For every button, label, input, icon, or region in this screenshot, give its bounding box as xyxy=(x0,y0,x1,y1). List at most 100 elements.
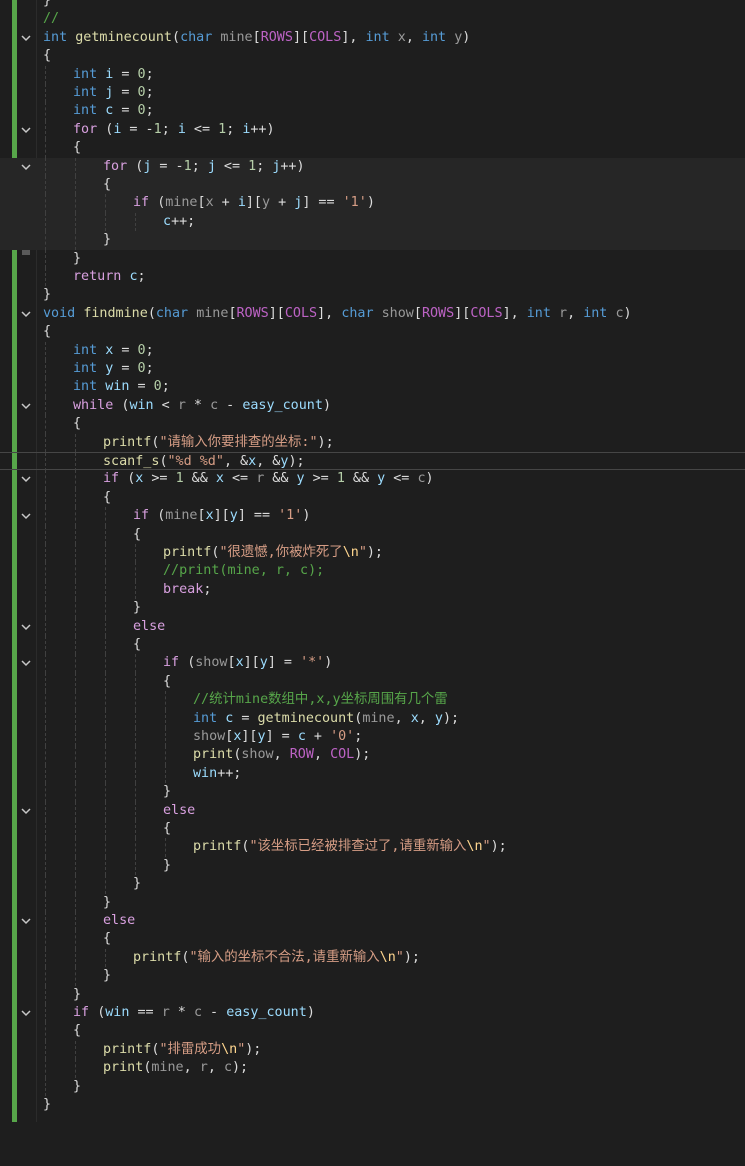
code-line[interactable]: int c = getminecount(mine, x, y); xyxy=(0,709,745,728)
code-token: == xyxy=(129,1005,162,1020)
code-line[interactable]: if (win == r * c - easy_count) xyxy=(0,1004,745,1023)
code-line[interactable]: } xyxy=(0,286,745,304)
code-line[interactable]: //print(mine, r, c); xyxy=(0,562,745,581)
indent-guide xyxy=(135,672,136,692)
code-line[interactable]: } xyxy=(0,856,745,876)
code-line[interactable]: int x = 0; xyxy=(0,341,745,360)
code-token: , & xyxy=(223,454,249,469)
code-line[interactable]: { xyxy=(0,636,745,655)
code-line[interactable]: return c; xyxy=(0,268,745,287)
code-line[interactable]: printf("很遗憾,你被炸死了\n"); xyxy=(0,544,745,563)
code-line[interactable]: else xyxy=(0,912,745,931)
code-line[interactable]: if (mine[x + i][y + j] == '1') xyxy=(0,194,745,213)
code-line[interactable]: { xyxy=(0,820,745,839)
code-line[interactable]: // xyxy=(0,10,745,28)
code-line[interactable]: if (show[x][y] = '*') xyxy=(0,654,745,673)
code-line[interactable]: } xyxy=(0,985,745,1004)
code-line[interactable]: { xyxy=(0,672,745,692)
code-line[interactable]: for (i = -1; i <= 1; i++) xyxy=(0,120,745,140)
code-line[interactable]: scanf_s("%d %d", &x, &y); xyxy=(0,452,745,472)
code-line[interactable]: void findmine(char mine[ROWS][COLS], cha… xyxy=(0,305,745,323)
code-line[interactable]: else xyxy=(0,801,745,820)
code-line[interactable]: } xyxy=(0,893,745,912)
code-line[interactable]: show[x][y] = c + '0'; xyxy=(0,728,745,747)
code-token: && xyxy=(183,471,216,487)
chevron-down-icon[interactable] xyxy=(19,654,33,672)
chevron-down-icon[interactable] xyxy=(19,507,33,525)
indent-guide xyxy=(135,820,136,839)
code-token: } xyxy=(73,250,82,266)
indent-guide xyxy=(75,544,76,563)
code-line[interactable]: print(show, ROW, COL); xyxy=(0,746,745,765)
code-token: 0 xyxy=(137,361,146,376)
chevron-down-icon[interactable] xyxy=(19,618,33,636)
code-line[interactable]: printf("请输入你要排查的坐标:"); xyxy=(0,433,745,452)
code-line[interactable]: { xyxy=(0,47,745,65)
code-token: ); xyxy=(317,434,334,450)
code-line[interactable]: while (win < r * c - easy_count) xyxy=(0,396,745,416)
code-line[interactable]: int j = 0; xyxy=(0,84,745,103)
code-token: [ xyxy=(228,305,237,321)
code-text: if (show[x][y] = '*') xyxy=(163,654,332,672)
code-line[interactable]: int win = 0; xyxy=(0,378,745,397)
code-line[interactable]: int y = 0; xyxy=(0,360,745,379)
code-line[interactable]: { xyxy=(0,139,745,158)
code-line[interactable]: { xyxy=(0,525,745,544)
code-token: ] = xyxy=(265,729,298,744)
chevron-down-icon[interactable] xyxy=(19,802,33,820)
code-line[interactable]: } xyxy=(0,599,745,618)
code-line[interactable]: } xyxy=(0,1096,745,1114)
code-line[interactable]: int c = 0; xyxy=(0,102,745,121)
code-token: { xyxy=(103,931,112,947)
code-token: y xyxy=(434,710,443,726)
code-line[interactable]: { xyxy=(0,323,745,341)
chevron-down-icon[interactable] xyxy=(19,305,33,323)
code-line[interactable]: { xyxy=(0,930,745,949)
chevron-down-icon[interactable] xyxy=(19,158,33,176)
code-line[interactable]: printf("输入的坐标不合法,请重新输入\n"); xyxy=(0,948,745,968)
code-line[interactable]: win++; xyxy=(0,764,745,784)
chevron-down-icon[interactable] xyxy=(19,121,33,139)
code-line[interactable]: } xyxy=(0,249,745,268)
code-text: else xyxy=(103,912,135,930)
code-line[interactable]: } xyxy=(0,783,745,802)
code-text: } xyxy=(43,286,51,304)
code-line[interactable]: } xyxy=(0,967,745,986)
code-line[interactable]: break; xyxy=(0,580,745,600)
code-line[interactable]: //统计mine数组中,x,y坐标周围有几个雷 xyxy=(0,691,745,710)
chevron-down-icon[interactable] xyxy=(19,1004,33,1022)
code-line[interactable]: printf("该坐标已经被排查过了,请重新输入\n"); xyxy=(0,838,745,857)
code-line[interactable]: else xyxy=(0,617,745,636)
chevron-down-icon[interactable] xyxy=(19,397,33,415)
code-line[interactable]: } xyxy=(0,231,745,250)
code-token: ][ xyxy=(292,29,310,45)
code-token: else xyxy=(163,802,196,818)
code-line[interactable]: printf("排雷成功\n"); xyxy=(0,1040,745,1060)
code-line[interactable]: if (mine[x][y] == '1') xyxy=(0,507,745,526)
code-line[interactable]: { xyxy=(0,176,745,195)
indent-guide xyxy=(45,249,46,268)
code-line[interactable]: { xyxy=(0,415,745,434)
code-text: if (win == r * c - easy_count) xyxy=(73,1004,315,1022)
code-line[interactable]: if (x >= 1 && x <= r && y >= 1 && y <= c… xyxy=(0,470,745,489)
code-token: = xyxy=(113,103,138,119)
indent-guide xyxy=(75,967,76,986)
code-line[interactable]: { xyxy=(0,488,745,508)
code-line[interactable]: print(mine, r, c); xyxy=(0,1059,745,1078)
code-line[interactable]: } xyxy=(0,0,745,10)
chevron-down-icon[interactable] xyxy=(19,29,33,47)
code-line[interactable]: int i = 0; xyxy=(0,65,745,84)
indent-guide xyxy=(135,709,136,728)
code-token: ], xyxy=(317,305,342,321)
code-line[interactable]: } xyxy=(0,875,745,894)
chevron-down-icon[interactable] xyxy=(19,470,33,488)
code-token: scanf_s xyxy=(103,454,160,469)
code-editor[interactable]: }//int getminecount(char mine[ROWS][COLS… xyxy=(0,0,745,1122)
code-line[interactable]: for (j = -1; j <= 1; j++) xyxy=(0,157,745,176)
code-line[interactable]: } xyxy=(0,1077,745,1096)
code-line[interactable]: int getminecount(char mine[ROWS][COLS], … xyxy=(0,29,745,47)
code-token: ++; xyxy=(171,213,196,229)
code-line[interactable]: c++; xyxy=(0,212,745,232)
code-line[interactable]: { xyxy=(0,1022,745,1041)
chevron-down-icon[interactable] xyxy=(19,912,33,930)
